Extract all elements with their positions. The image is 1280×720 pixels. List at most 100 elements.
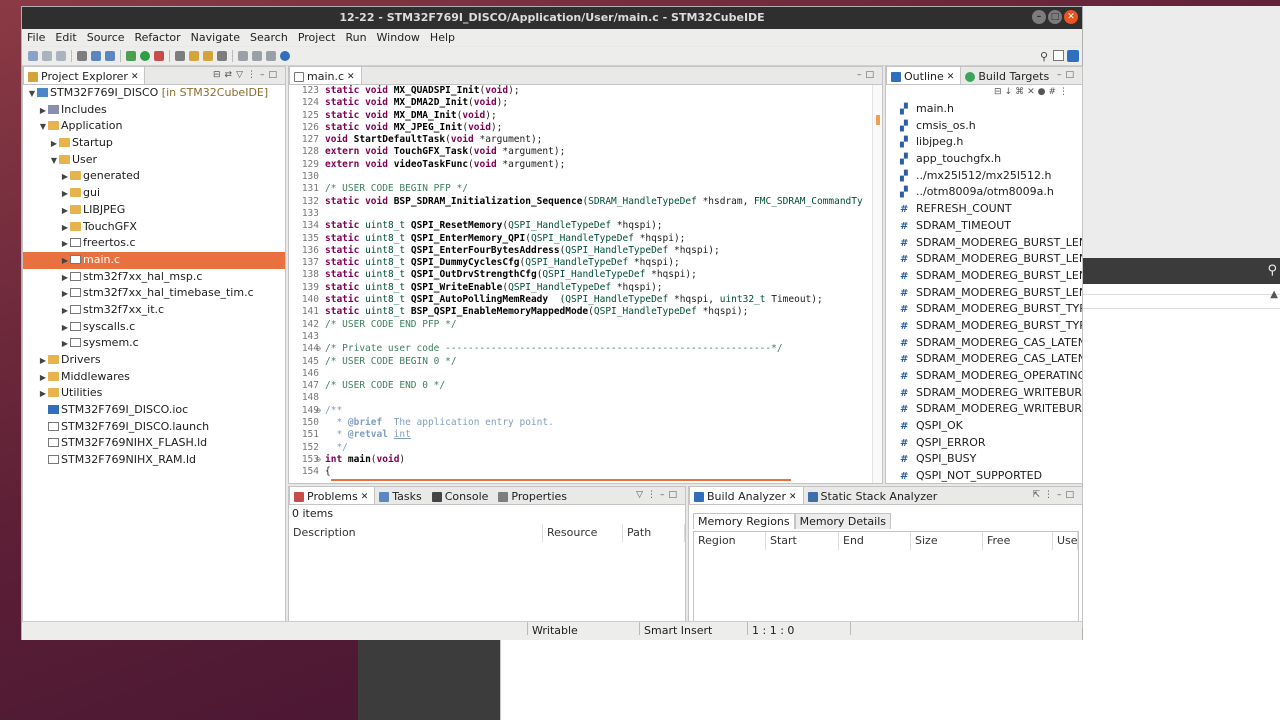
tree-item-libjpeg[interactable]: ▶ LIBJPEG: [23, 202, 285, 219]
debug-icon[interactable]: [126, 51, 136, 61]
fold-marker[interactable]: ⊖: [316, 343, 321, 355]
column-free[interactable]: Free: [983, 532, 1053, 550]
search-icon[interactable]: ⚲: [1267, 263, 1277, 278]
column-path[interactable]: Path: [623, 524, 685, 542]
search-icon[interactable]: ⚲: [1040, 50, 1048, 63]
outline-item[interactable]: # QSPI_NOT_SUPPORTED: [886, 468, 1082, 483]
tree-item-stm32f769i-disco-launch[interactable]: STM32F769I_DISCO.launch: [23, 419, 285, 436]
menu-window[interactable]: Window: [372, 29, 425, 46]
overview-ruler[interactable]: [872, 85, 882, 483]
menu-edit[interactable]: Edit: [50, 29, 81, 46]
tree-item-generated[interactable]: ▶ generated: [23, 168, 285, 185]
horizontal-scrollbar[interactable]: [331, 479, 791, 481]
chevron-right-icon[interactable]: ▶: [38, 353, 48, 370]
new-icon[interactable]: [28, 51, 38, 61]
view-controls[interactable]: ⊟⇄▽⋮–□: [213, 70, 281, 80]
fold-marker[interactable]: ⊖: [316, 405, 321, 417]
column-region[interactable]: Region: [694, 532, 766, 550]
outline-item[interactable]: # QSPI_OK: [886, 418, 1082, 435]
search-tool-icon[interactable]: [175, 51, 185, 61]
menu-run[interactable]: Run: [340, 29, 371, 46]
chevron-right-icon[interactable]: ▶: [38, 370, 48, 387]
column-size[interactable]: Size: [911, 532, 983, 550]
save-icon[interactable]: [42, 51, 52, 61]
config-icon[interactable]: [105, 51, 115, 61]
column-end-address[interactable]: End address: [839, 532, 911, 550]
fold-marker[interactable]: ⊖: [316, 454, 321, 466]
close-tab-icon[interactable]: ✕: [947, 72, 955, 82]
cube-perspective-icon[interactable]: [1067, 50, 1079, 62]
chevron-right-icon[interactable]: ▶: [60, 186, 70, 203]
tree-item-drivers[interactable]: ▶ Drivers: [23, 352, 285, 369]
tab-console[interactable]: Console: [428, 487, 495, 504]
outline-item[interactable]: ▞ main.h: [886, 101, 1082, 118]
minimize-button[interactable]: –: [1032, 10, 1046, 24]
external-tools-icon[interactable]: [154, 51, 164, 61]
chevron-right-icon[interactable]: ▶: [49, 136, 59, 153]
tree-item-stm32f769i-disco[interactable]: ▼ STM32F769I_DISCO [in STM32CubeIDE]: [23, 85, 285, 102]
close-tab-icon[interactable]: ✕: [347, 72, 355, 82]
chevron-right-icon[interactable]: ▶: [38, 103, 48, 120]
outline-item[interactable]: # QSPI_BUSY: [886, 451, 1082, 468]
column-description[interactable]: Description: [289, 524, 543, 542]
column-resource[interactable]: Resource: [543, 524, 623, 542]
ruler-marker[interactable]: [876, 115, 880, 125]
close-tab-icon[interactable]: ✕: [131, 72, 139, 82]
chevron-right-icon[interactable]: ▶: [60, 336, 70, 353]
column-used[interactable]: Used: [1053, 532, 1078, 550]
chevron-down-icon[interactable]: ▼: [27, 86, 37, 103]
outline-item[interactable]: ▞ libjpeg.h: [886, 134, 1082, 151]
outline-item[interactable]: # SDRAM_MODEREG_CAS_LATENCY_: [886, 335, 1082, 352]
chevron-right-icon[interactable]: ▶: [60, 169, 70, 186]
tree-item-startup[interactable]: ▶ Startup: [23, 135, 285, 152]
tree-item-middlewares[interactable]: ▶ Middlewares: [23, 369, 285, 386]
outline-item[interactable]: # QSPI_ERROR: [886, 435, 1082, 452]
tab-static-stack-analyzer[interactable]: Static Stack Analyzer: [804, 487, 944, 504]
code-area[interactable]: 123 static void MX_QUADSPI_Init(void); 124…: [289, 85, 874, 483]
menu-refactor[interactable]: Refactor: [130, 29, 186, 46]
perspective-icon[interactable]: [1053, 50, 1064, 61]
chevron-right-icon[interactable]: ▶: [38, 386, 48, 403]
tree-item-stm32f7xx-hal-timebase-tim-c[interactable]: ▶ stm32f7xx_hal_timebase_tim.c: [23, 285, 285, 302]
tab-build-analyzer[interactable]: Build Analyzer ✕: [689, 486, 804, 504]
forward-icon[interactable]: [252, 51, 262, 61]
menu-file[interactable]: File: [22, 29, 50, 46]
outline-item[interactable]: ▞ app_touchgfx.h: [886, 151, 1082, 168]
maximize-button[interactable]: □: [1048, 10, 1062, 24]
tab-problems[interactable]: Problems ✕: [289, 486, 376, 504]
open-type-icon[interactable]: [189, 51, 199, 61]
tree-item-stm32f7xx-hal-msp-c[interactable]: ▶ stm32f7xx_hal_msp.c: [23, 269, 285, 286]
outline-item[interactable]: # SDRAM_TIMEOUT: [886, 218, 1082, 235]
view-controls[interactable]: –□: [1057, 70, 1078, 80]
menu-navigate[interactable]: Navigate: [186, 29, 245, 46]
info-icon[interactable]: [280, 51, 290, 61]
outline-item[interactable]: # SDRAM_MODEREG_CAS_LATENCY_: [886, 351, 1082, 368]
back-icon[interactable]: [238, 51, 248, 61]
tab-build-targets[interactable]: Build Targets: [961, 67, 1055, 84]
chevron-right-icon[interactable]: ▶: [60, 203, 70, 220]
outline-item[interactable]: # SDRAM_MODEREG_WRITEBURST_M: [886, 401, 1082, 418]
column-start-address[interactable]: Start address: [766, 532, 839, 550]
tree-item-utilities[interactable]: ▶ Utilities: [23, 385, 285, 402]
tree-item-sysmem-c[interactable]: ▶ sysmem.c: [23, 335, 285, 352]
chevron-right-icon[interactable]: ▶: [60, 303, 70, 320]
toggle-icon[interactable]: [217, 51, 227, 61]
tree-item-stm32f769i-disco-ioc[interactable]: STM32F769I_DISCO.ioc: [23, 402, 285, 419]
outline-item[interactable]: # SDRAM_MODEREG_BURST_LENGTH: [886, 251, 1082, 268]
build-icon[interactable]: [77, 51, 87, 61]
close-tab-icon[interactable]: ✕: [789, 492, 797, 502]
tree-item-user[interactable]: ▼ User: [23, 152, 285, 169]
chevron-right-icon[interactable]: ▶: [60, 270, 70, 287]
outline-item[interactable]: # SDRAM_MODEREG_OPERATING_M: [886, 368, 1082, 385]
chevron-down-icon[interactable]: ▼: [49, 153, 59, 170]
chevron-right-icon[interactable]: ▶: [60, 253, 70, 270]
tree-item-stm32f769nihx-flash-ld[interactable]: STM32F769NIHX_FLASH.ld: [23, 435, 285, 452]
menu-help[interactable]: Help: [425, 29, 460, 46]
save-all-icon[interactable]: [56, 51, 66, 61]
view-controls[interactable]: ▽⋮–□: [636, 490, 681, 500]
outline-item[interactable]: ▞ ../mx25l512/mx25l512.h: [886, 168, 1082, 185]
outline-item[interactable]: ▞ cmsis_os.h: [886, 118, 1082, 135]
tab-main-c[interactable]: main.c ✕: [289, 66, 362, 84]
tree-item-application[interactable]: ▼ Application: [23, 118, 285, 135]
subtab-memory-details[interactable]: Memory Details: [794, 513, 891, 529]
